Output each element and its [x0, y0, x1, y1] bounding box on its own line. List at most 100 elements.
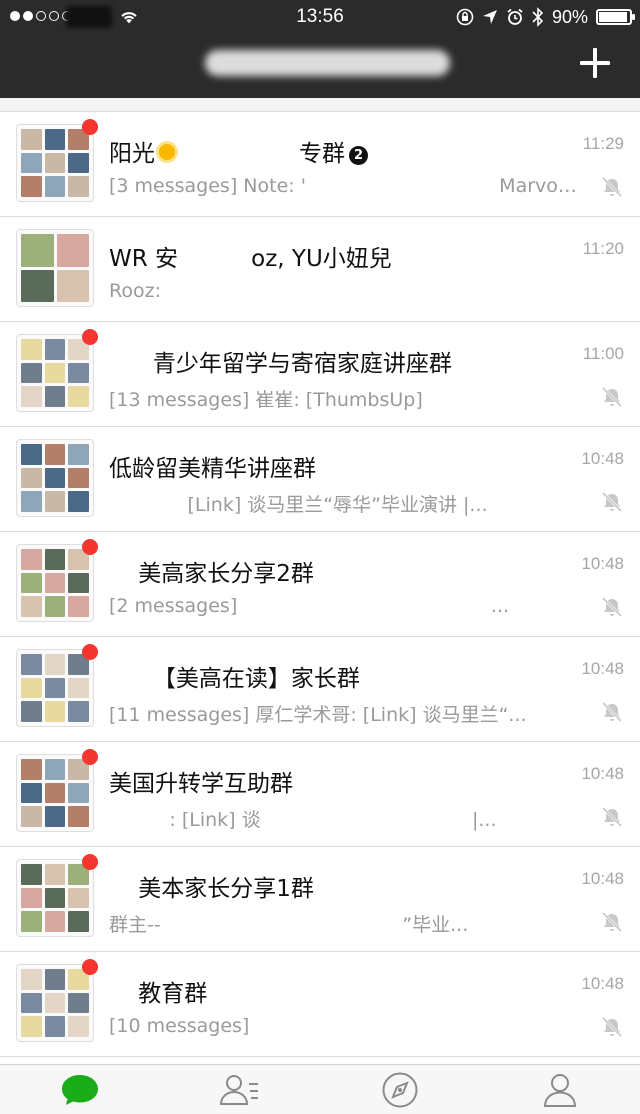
avatar-tile — [21, 864, 42, 885]
avatar-tile — [44, 572, 66, 594]
avatar-tile — [68, 176, 89, 197]
avatar-tile — [68, 596, 89, 617]
avatar-tile — [44, 969, 66, 990]
chat-name: 美本家长分享1群 — [109, 876, 314, 902]
chat-row[interactable]: WR 安 oz, YU小妞兒 11:20 Rooz: — [0, 217, 640, 322]
chat-preview: [10 messages] — [109, 1015, 250, 1037]
avatar-tile — [21, 386, 42, 407]
avatar-tile — [44, 339, 66, 360]
avatar-tile — [68, 701, 89, 722]
muted-bell-icon — [601, 806, 623, 828]
avatar-tile — [68, 386, 89, 407]
avatar-tile — [44, 444, 66, 465]
chat-preview: [Link] 谈马里兰“辱华”毕业演讲 |... — [109, 494, 488, 516]
muted-bell-icon — [601, 1016, 623, 1038]
chat-row[interactable]: 青少年留学与寄宿家庭讲座群 11:00 [13 messages] 崔崔: [Thu… — [0, 322, 640, 427]
chat-preview: [13 messages] 崔崔: [ThumbsUp] — [109, 389, 423, 411]
chat-row[interactable]: 阳光 专群 2 11:29 [3 messages] Note: ' Marvolo" … — [0, 112, 640, 217]
profile-icon — [543, 1073, 577, 1107]
avatar-tile — [21, 129, 42, 150]
chat-name: WR 安 oz, YU小妞兒 — [109, 246, 392, 272]
chat-list: 阳光 专群 2 11:29 [3 messages] Note: ' Marvolo" … — [0, 98, 640, 1064]
avatar-tile — [44, 677, 66, 699]
top-bar: 13:56 90% — [0, 0, 640, 98]
group-avatar — [16, 859, 94, 937]
unread-dot — [82, 749, 98, 765]
avatar-tile — [44, 759, 66, 780]
group-avatar — [16, 649, 94, 727]
battery-icon — [596, 9, 635, 25]
unread-dot — [82, 539, 98, 555]
avatar-tile — [21, 152, 42, 174]
chat-row[interactable]: 教育群 10:48 [10 messages] — [0, 952, 640, 1057]
avatar-tile — [21, 491, 42, 512]
avatar-tile — [44, 549, 66, 570]
avatar-tile — [68, 467, 89, 489]
tab-me[interactable] — [480, 1065, 640, 1114]
location-arrow-icon — [482, 10, 497, 24]
plus-icon[interactable] — [580, 48, 610, 78]
chat-name: 美高家长分享2群 — [109, 561, 314, 587]
muted-bell-icon — [601, 176, 623, 198]
avatar-tile — [44, 806, 66, 827]
chat-name: 教育群 — [109, 981, 208, 1007]
avatar-tile — [44, 386, 66, 407]
chat-time: 10:48 — [581, 554, 624, 573]
chat-name: 【美高在读】家长群 — [109, 666, 360, 692]
avatar-tile — [44, 176, 66, 197]
avatar-tile — [68, 782, 89, 804]
avatar-tile — [21, 992, 42, 1014]
tab-contacts[interactable] — [160, 1065, 320, 1114]
sun-icon — [155, 140, 179, 164]
avatar-tile — [21, 887, 42, 909]
group-avatar — [16, 964, 94, 1042]
avatar-tile — [44, 152, 66, 174]
chat-preview: 群主-- ”毕业... — [109, 914, 469, 936]
muted-bell-icon — [601, 911, 623, 933]
group-avatar — [16, 754, 94, 832]
avatar-tile — [21, 596, 42, 617]
avatar-tile — [56, 234, 89, 267]
chat-name: 青少年留学与寄宿家庭讲座群 — [109, 351, 452, 377]
avatar-tile — [44, 701, 66, 722]
muted-bell-icon — [601, 491, 623, 513]
redacted-text — [179, 143, 299, 167]
avatar-tile — [68, 152, 89, 174]
tab-discover[interactable] — [320, 1065, 480, 1114]
chat-row[interactable]: 美本家长分享1群 10:48 群主-- ”毕业... — [0, 847, 640, 952]
unread-dot — [82, 119, 98, 135]
chat-time: 11:00 — [582, 344, 624, 363]
muted-bell-icon — [601, 596, 623, 618]
chat-time: 10:48 — [581, 449, 624, 468]
avatar-tile — [44, 362, 66, 384]
chat-row[interactable]: 美国升转学互助群 10:48 : [Link] 谈 |... — [0, 742, 640, 847]
unread-dot — [82, 854, 98, 870]
chat-row[interactable]: 低龄留美精华讲座群 10:48 [Link] 谈马里兰“辱华”毕业演讲 |... — [0, 427, 640, 532]
chat-preview: : [Link] 谈 |... — [109, 809, 497, 831]
tab-bar — [0, 1064, 640, 1114]
avatar-tile — [68, 362, 89, 384]
avatar-tile — [44, 596, 66, 617]
compass-icon — [382, 1072, 418, 1107]
tab-chats[interactable] — [0, 1065, 160, 1114]
avatar-tile — [21, 677, 42, 699]
avatar-tile — [21, 759, 42, 780]
avatar-tile — [21, 911, 42, 932]
group-avatar — [16, 439, 94, 517]
chat-name: 低龄留美精华讲座群 — [109, 456, 316, 482]
chat-preview: [11 messages] 厚仁学术哥: [Link] 谈马里兰“... — [109, 704, 527, 726]
avatar-tile — [68, 491, 89, 512]
avatar-tile — [21, 654, 42, 675]
chat-row[interactable]: 【美高在读】家长群 10:48 [11 messages] 厚仁学术哥: [Link… — [0, 637, 640, 742]
group-avatar — [16, 124, 94, 202]
avatar-tile — [21, 1016, 42, 1037]
avatar-tile — [21, 806, 42, 827]
avatar-tile — [68, 1016, 89, 1037]
avatar-tile — [68, 911, 89, 932]
chat-preview: Rooz: — [109, 280, 161, 302]
header-title-redacted — [205, 50, 450, 76]
avatar-tile — [21, 234, 54, 267]
avatar-tile — [44, 1016, 66, 1037]
chat-row[interactable]: 美高家长分享2群 10:48 [2 messages] ... — [0, 532, 640, 637]
avatar-tile — [44, 992, 66, 1014]
